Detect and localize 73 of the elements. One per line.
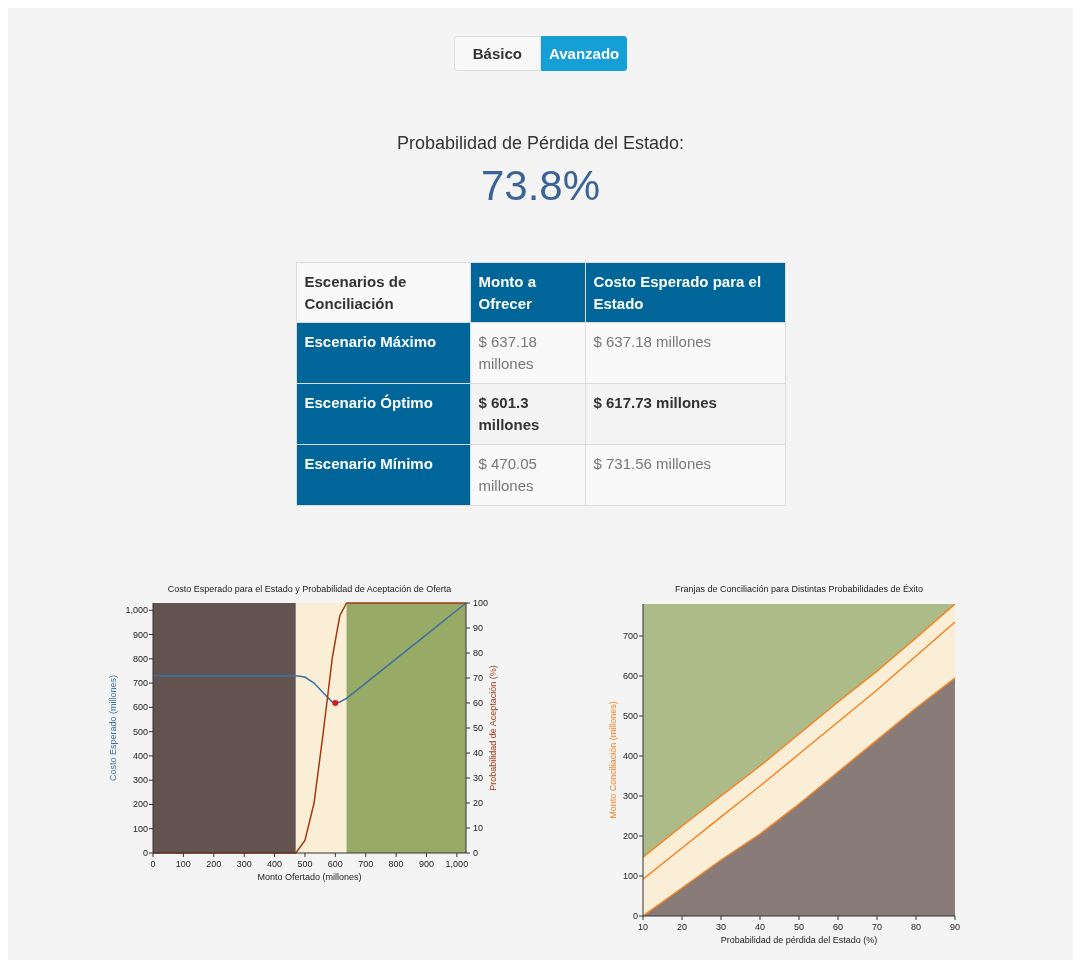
- tick-label: 600: [132, 702, 148, 713]
- tick-label: 50: [473, 723, 483, 733]
- tick-label: 400: [267, 859, 283, 869]
- tick-label: 300: [236, 859, 252, 869]
- tick-label: 400: [132, 750, 148, 761]
- column-header: Escenarios de Conciliación: [296, 262, 470, 323]
- tick-label: 0: [633, 911, 638, 921]
- tick-label: 700: [358, 859, 374, 869]
- tick-label: 1,000: [125, 605, 148, 616]
- table-cell: $ 470.05 millones: [470, 444, 585, 506]
- tick-label: 200: [622, 831, 638, 841]
- row-header: Escenario Máximo: [296, 322, 470, 384]
- tick-label: 400: [622, 751, 638, 761]
- headline-value: 73.8%: [480, 162, 601, 210]
- tick-label: 50: [794, 922, 804, 932]
- table-cell: $ 637.18 millones: [470, 322, 585, 384]
- row-header: Escenario Mínimo: [296, 444, 470, 506]
- tick-label: 30: [473, 773, 483, 783]
- tick-label: 100: [132, 823, 148, 834]
- tick-label: 700: [132, 678, 148, 689]
- tick-label: 100: [175, 859, 191, 869]
- axis-label: Probabilidad de pérdida del Estado (%): [720, 935, 878, 945]
- tick-label: 10: [473, 823, 483, 833]
- tick-label: 600: [622, 671, 638, 681]
- tick-label: 1,000: [445, 859, 469, 869]
- chart-title: Costo Esperado para el Estado y Probabilidad de Aceptación de Oferta: [167, 584, 452, 594]
- tick-label: 60: [833, 922, 843, 932]
- tick-label: 0: [150, 859, 156, 869]
- tick-label: 200: [132, 799, 148, 810]
- tick-label: 90: [473, 623, 483, 633]
- tick-label: 500: [132, 726, 148, 737]
- tick-label: 20: [677, 922, 687, 932]
- tick-label: 0: [473, 848, 478, 858]
- tick-label: 10: [638, 922, 648, 932]
- tick-label: 200: [206, 859, 222, 869]
- axis-label: Probabilidad de Aceptación (%): [488, 665, 498, 791]
- column-header: Monto a Ofrecer: [470, 262, 585, 323]
- tick-label: 300: [622, 791, 638, 801]
- axis-label: Monto Conciliación (millones): [608, 701, 618, 819]
- axis-label: Costo Esperado (millones): [108, 675, 118, 781]
- tick-label: 70: [473, 673, 483, 683]
- tick-label: 500: [297, 859, 313, 869]
- tick-label: 300: [132, 775, 148, 786]
- chart-title: Franjas de Conciliación para Distintas Probabilidades de Éxito: [674, 584, 924, 594]
- tick-label: 60: [473, 698, 483, 708]
- axis-label: Monto Ofertado (millones): [257, 872, 362, 882]
- tick-label: 100: [473, 598, 489, 608]
- mode-tab[interactable]: Básico: [453, 36, 541, 71]
- tick-label: 800: [388, 859, 404, 869]
- tick-label: 700: [622, 631, 638, 641]
- tick-label: 0: [143, 848, 148, 858]
- headline-label: Probabilidad de Pérdida del Estado:: [396, 133, 685, 154]
- tick-label: 800: [132, 653, 148, 664]
- optimum-point: [332, 700, 339, 706]
- table-cell: $ 601.3 millones: [470, 383, 585, 445]
- tick-label: 500: [622, 711, 638, 721]
- row-header: Escenario Óptimo: [296, 383, 470, 445]
- tick-label: 80: [473, 648, 483, 658]
- tick-label: 900: [419, 859, 434, 869]
- tick-label: 70: [872, 922, 882, 932]
- tick-label: 20: [473, 798, 483, 808]
- table-cell: $ 617.73 millones: [585, 383, 785, 445]
- tick-label: 100: [622, 871, 638, 881]
- tick-label: 900: [132, 629, 148, 640]
- table-cell: $ 731.56 millones: [585, 444, 785, 506]
- tick-label: 40: [755, 922, 765, 932]
- tick-label: 80: [911, 922, 921, 932]
- column-header: Costo Esperado para el Estado: [585, 262, 785, 323]
- tick-label: 600: [327, 859, 343, 869]
- table-cell: $ 637.18 millones: [585, 322, 785, 384]
- tick-label: 40: [473, 748, 483, 758]
- tick-label: 30: [716, 922, 726, 932]
- tick-label: 90: [950, 922, 960, 932]
